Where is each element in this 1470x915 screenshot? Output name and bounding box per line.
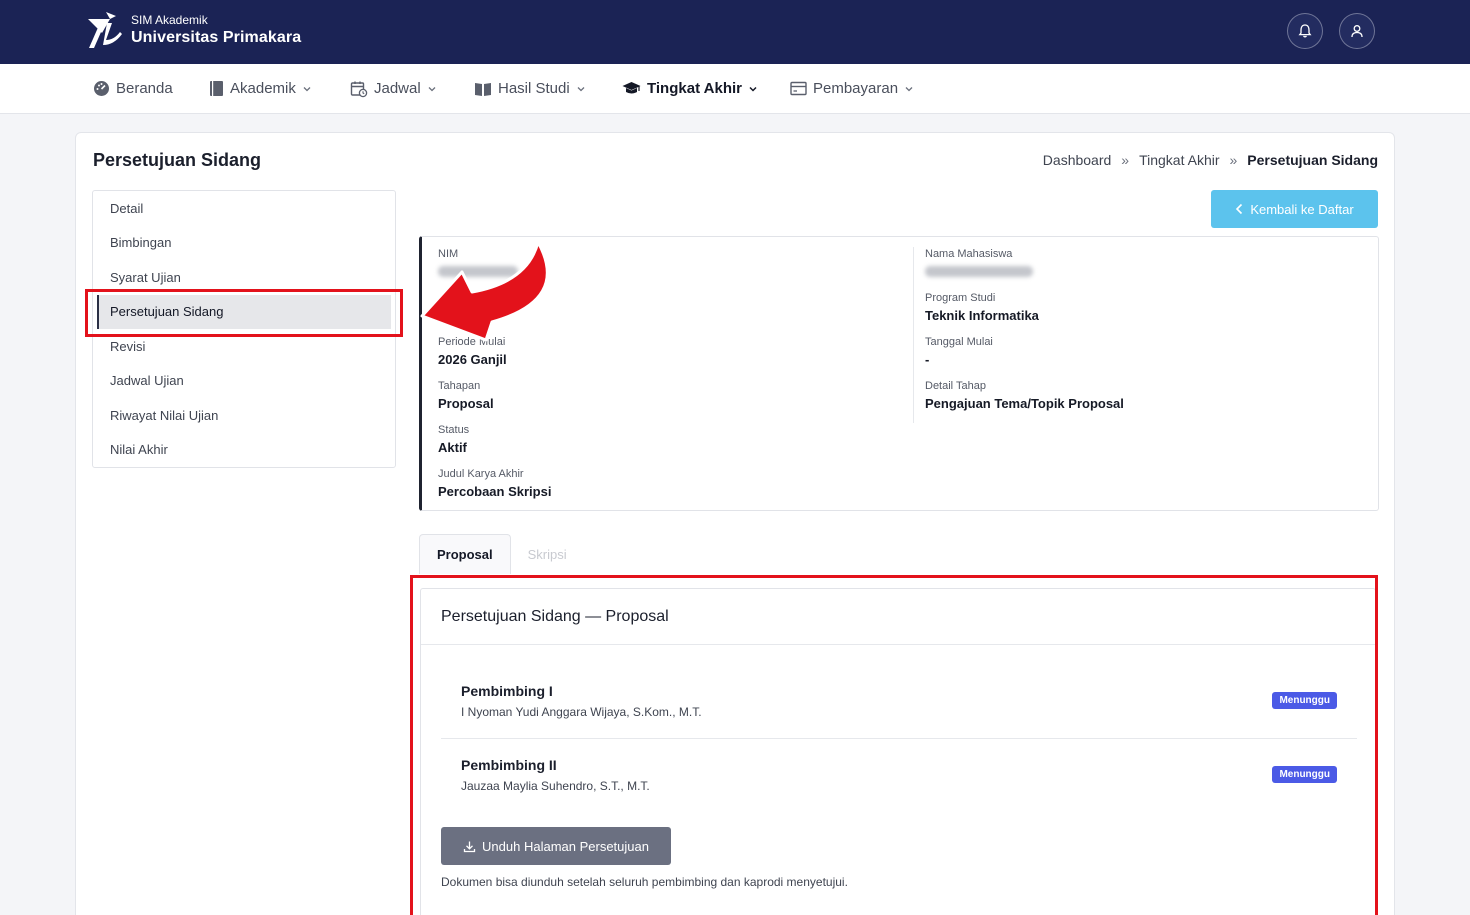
chevron-down-icon xyxy=(303,86,311,91)
card-icon xyxy=(790,81,807,96)
brand-subtitle: SIM Akademik xyxy=(131,12,208,27)
nav-hasil-studi[interactable]: Hasil Studi xyxy=(474,64,586,113)
main-nav: Beranda Akademik Jadwal Hasil Studi Ting… xyxy=(0,64,1470,114)
side-item-bimbingan[interactable]: Bimbingan xyxy=(93,226,395,261)
side-item-detail[interactable]: Detail xyxy=(93,191,395,226)
tab-proposal[interactable]: Proposal xyxy=(419,534,511,574)
field-tanggal-mulai: Tanggal Mulai - xyxy=(925,336,993,367)
side-item-nilai-akhir[interactable]: Nilai Akhir xyxy=(93,433,395,468)
nav-pembayaran[interactable]: Pembayaran xyxy=(790,64,914,113)
nav-tingkat-akhir[interactable]: Tingkat Akhir xyxy=(622,64,758,113)
nav-akademik[interactable]: Akademik xyxy=(209,64,312,113)
nav-label: Hasil Studi xyxy=(498,80,570,97)
chevron-left-icon xyxy=(1236,203,1243,215)
chevron-down-icon xyxy=(905,86,913,91)
redacted-name xyxy=(925,266,1033,277)
nav-label: Jadwal xyxy=(374,80,421,97)
breadcrumb-separator: » xyxy=(1121,152,1130,168)
breadcrumb-separator: » xyxy=(1229,152,1238,168)
profile-button[interactable] xyxy=(1339,13,1375,49)
highlight-box-approval xyxy=(410,575,1378,915)
nav-label: Tingkat Akhir xyxy=(647,80,743,97)
stage-tabs: Proposal Skripsi xyxy=(419,534,584,574)
field-detail-tahap: Detail Tahap Pengajuan Tema/Topik Propos… xyxy=(925,380,1124,411)
side-item-jadwal-ujian[interactable]: Jadwal Ujian xyxy=(93,364,395,399)
chevron-down-icon xyxy=(577,86,585,91)
back-button-label: Kembali ke Daftar xyxy=(1250,201,1354,217)
nav-label: Beranda xyxy=(116,80,173,97)
breadcrumb-tingkat-akhir[interactable]: Tingkat Akhir xyxy=(1139,152,1219,168)
open-book-icon xyxy=(475,82,491,96)
chevron-down-icon xyxy=(749,86,757,92)
nav-label: Pembayaran xyxy=(813,80,899,97)
side-item-riwayat-nilai-ujian[interactable]: Riwayat Nilai Ujian xyxy=(93,398,395,433)
dashboard-icon xyxy=(94,81,109,96)
nav-beranda[interactable]: Beranda xyxy=(93,64,173,113)
university-logo-icon xyxy=(88,12,122,48)
top-header: SIM Akademik Universitas Primakara xyxy=(0,0,1470,64)
student-info-panel: NIM Periode Mulai 2026 Ganjil Tahapan Pr… xyxy=(419,236,1379,511)
field-status: Status Aktif xyxy=(438,424,470,455)
field-program-studi: Program Studi Teknik Informatika xyxy=(925,292,1039,323)
notification-button[interactable] xyxy=(1287,13,1323,49)
back-to-list-button[interactable]: Kembali ke Daftar xyxy=(1211,190,1378,228)
user-icon xyxy=(1351,25,1363,38)
highlight-box-menu xyxy=(85,289,403,337)
breadcrumb-current: Persetujuan Sidang xyxy=(1247,152,1378,168)
brand-title: Universitas Primakara xyxy=(131,28,302,46)
breadcrumb: Dashboard » Tingkat Akhir » Persetujuan … xyxy=(1043,152,1378,168)
book-icon xyxy=(210,81,223,96)
nav-label: Akademik xyxy=(230,80,296,97)
graduation-cap-icon xyxy=(622,82,641,94)
calendar-icon xyxy=(350,81,368,97)
nav-jadwal[interactable]: Jadwal xyxy=(350,64,437,113)
breadcrumb-dashboard[interactable]: Dashboard xyxy=(1043,152,1112,168)
chevron-down-icon xyxy=(428,86,436,91)
field-tahapan: Tahapan Proposal xyxy=(438,380,494,411)
brand[interactable]: SIM Akademik Universitas Primakara xyxy=(86,10,301,50)
field-nama-mahasiswa: Nama Mahasiswa xyxy=(925,247,1124,291)
red-arrow-icon xyxy=(420,240,549,342)
field-judul-karya-akhir: Judul Karya Akhir Percobaan Skripsi xyxy=(438,468,552,499)
tab-skripsi[interactable]: Skripsi xyxy=(511,534,584,574)
bell-icon xyxy=(1298,24,1312,38)
page-title: Persetujuan Sidang xyxy=(93,150,262,170)
